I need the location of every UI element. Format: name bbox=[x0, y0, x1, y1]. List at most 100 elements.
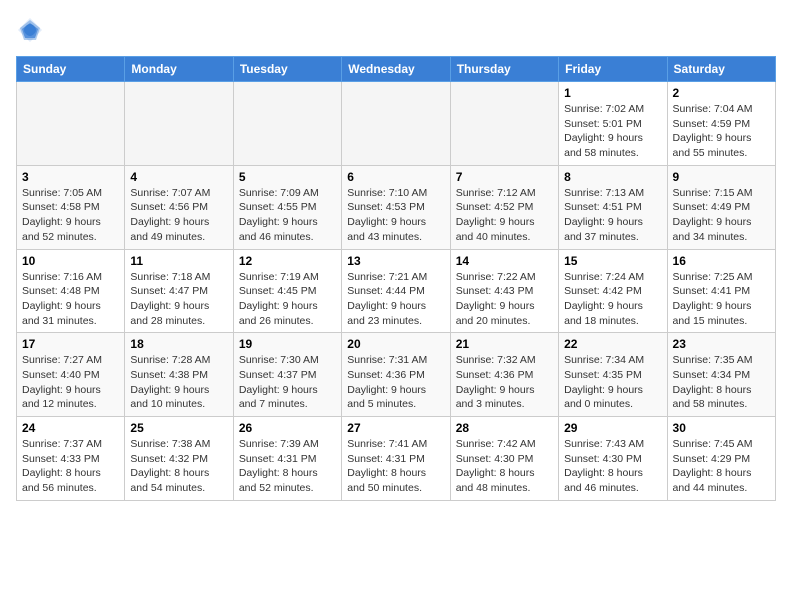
day-info: Sunrise: 7:45 AM Sunset: 4:29 PM Dayligh… bbox=[673, 437, 770, 496]
calendar-cell: 8Sunrise: 7:13 AM Sunset: 4:51 PM Daylig… bbox=[559, 165, 667, 249]
calendar-header-wednesday: Wednesday bbox=[342, 57, 450, 82]
day-info: Sunrise: 7:07 AM Sunset: 4:56 PM Dayligh… bbox=[130, 186, 227, 245]
day-number: 24 bbox=[22, 421, 119, 435]
day-number: 30 bbox=[673, 421, 770, 435]
day-number: 2 bbox=[673, 86, 770, 100]
calendar-cell: 30 Sunrise: 7:45 AM Sunset: 4:29 PM Dayli… bbox=[667, 417, 775, 501]
calendar-week-0: 1 Sunrise: 7:02 AM Sunset: 5:01 PM Daylig… bbox=[17, 82, 776, 166]
calendar-header-thursday: Thursday bbox=[450, 57, 558, 82]
day-info: Sunrise: 7:02 AM Sunset: 5:01 PM Dayligh… bbox=[564, 102, 661, 161]
day-info: Sunrise: 7:22 AM Sunset: 4:43 PM Dayligh… bbox=[456, 270, 553, 329]
calendar-cell: 15 Sunrise: 7:24 AM Sunset: 4:42 PM Dayli… bbox=[559, 249, 667, 333]
day-number: 12 bbox=[239, 254, 336, 268]
calendar-cell: 21Sunrise: 7:32 AM Sunset: 4:36 PM Dayli… bbox=[450, 333, 558, 417]
calendar-header-friday: Friday bbox=[559, 57, 667, 82]
day-info: Sunrise: 7:19 AM Sunset: 4:45 PM Dayligh… bbox=[239, 270, 336, 329]
day-number: 10 bbox=[22, 254, 119, 268]
calendar-cell: 20 Sunrise: 7:31 AM Sunset: 4:36 PM Dayli… bbox=[342, 333, 450, 417]
calendar-cell: 18Sunrise: 7:28 AM Sunset: 4:38 PM Dayli… bbox=[125, 333, 233, 417]
calendar-cell: 16 Sunrise: 7:25 AM Sunset: 4:41 PM Dayli… bbox=[667, 249, 775, 333]
calendar-cell: 12 Sunrise: 7:19 AM Sunset: 4:45 PM Dayli… bbox=[233, 249, 341, 333]
calendar-cell: 27 Sunrise: 7:41 AM Sunset: 4:31 PM Dayli… bbox=[342, 417, 450, 501]
day-info: Sunrise: 7:34 AM Sunset: 4:35 PM Dayligh… bbox=[564, 353, 661, 412]
day-number: 15 bbox=[564, 254, 661, 268]
day-number: 16 bbox=[673, 254, 770, 268]
day-number: 26 bbox=[239, 421, 336, 435]
calendar-week-3: 17 Sunrise: 7:27 AM Sunset: 4:40 PM Dayli… bbox=[17, 333, 776, 417]
day-number: 13 bbox=[347, 254, 444, 268]
calendar-week-2: 10 Sunrise: 7:16 AM Sunset: 4:48 PM Dayli… bbox=[17, 249, 776, 333]
calendar-cell: 7 Sunrise: 7:12 AM Sunset: 4:52 PM Daylig… bbox=[450, 165, 558, 249]
day-info: Sunrise: 7:04 AM Sunset: 4:59 PM Dayligh… bbox=[673, 102, 770, 161]
day-info: Sunrise: 7:41 AM Sunset: 4:31 PM Dayligh… bbox=[347, 437, 444, 496]
calendar-cell: 13 Sunrise: 7:21 AM Sunset: 4:44 PM Dayli… bbox=[342, 249, 450, 333]
day-number: 7 bbox=[456, 170, 553, 184]
day-number: 1 bbox=[564, 86, 661, 100]
day-number: 25 bbox=[130, 421, 227, 435]
calendar-cell: 9Sunrise: 7:15 AM Sunset: 4:49 PM Daylig… bbox=[667, 165, 775, 249]
day-number: 28 bbox=[456, 421, 553, 435]
day-info: Sunrise: 7:37 AM Sunset: 4:33 PM Dayligh… bbox=[22, 437, 119, 496]
calendar-header-row: SundayMondayTuesdayWednesdayThursdayFrid… bbox=[17, 57, 776, 82]
calendar-cell: 11 Sunrise: 7:18 AM Sunset: 4:47 PM Dayli… bbox=[125, 249, 233, 333]
calendar-header-monday: Monday bbox=[125, 57, 233, 82]
calendar-cell: 24 Sunrise: 7:37 AM Sunset: 4:33 PM Dayli… bbox=[17, 417, 125, 501]
day-number: 22 bbox=[564, 337, 661, 351]
day-info: Sunrise: 7:24 AM Sunset: 4:42 PM Dayligh… bbox=[564, 270, 661, 329]
calendar-cell: 28Sunrise: 7:42 AM Sunset: 4:30 PM Dayli… bbox=[450, 417, 558, 501]
day-info: Sunrise: 7:05 AM Sunset: 4:58 PM Dayligh… bbox=[22, 186, 119, 245]
day-number: 27 bbox=[347, 421, 444, 435]
day-info: Sunrise: 7:25 AM Sunset: 4:41 PM Dayligh… bbox=[673, 270, 770, 329]
calendar-cell: 22 Sunrise: 7:34 AM Sunset: 4:35 PM Dayli… bbox=[559, 333, 667, 417]
calendar-cell: 26 Sunrise: 7:39 AM Sunset: 4:31 PM Dayli… bbox=[233, 417, 341, 501]
day-info: Sunrise: 7:32 AM Sunset: 4:36 PM Dayligh… bbox=[456, 353, 553, 412]
calendar-header-sunday: Sunday bbox=[17, 57, 125, 82]
day-number: 14 bbox=[456, 254, 553, 268]
day-info: Sunrise: 7:13 AM Sunset: 4:51 PM Dayligh… bbox=[564, 186, 661, 245]
calendar-cell: 3 Sunrise: 7:05 AM Sunset: 4:58 PM Daylig… bbox=[17, 165, 125, 249]
calendar-week-1: 3 Sunrise: 7:05 AM Sunset: 4:58 PM Daylig… bbox=[17, 165, 776, 249]
calendar-cell: 23Sunrise: 7:35 AM Sunset: 4:34 PM Dayli… bbox=[667, 333, 775, 417]
calendar-cell bbox=[125, 82, 233, 166]
day-info: Sunrise: 7:12 AM Sunset: 4:52 PM Dayligh… bbox=[456, 186, 553, 245]
day-info: Sunrise: 7:18 AM Sunset: 4:47 PM Dayligh… bbox=[130, 270, 227, 329]
day-number: 3 bbox=[22, 170, 119, 184]
day-info: Sunrise: 7:21 AM Sunset: 4:44 PM Dayligh… bbox=[347, 270, 444, 329]
day-info: Sunrise: 7:09 AM Sunset: 4:55 PM Dayligh… bbox=[239, 186, 336, 245]
day-info: Sunrise: 7:10 AM Sunset: 4:53 PM Dayligh… bbox=[347, 186, 444, 245]
calendar-cell: 1 Sunrise: 7:02 AM Sunset: 5:01 PM Daylig… bbox=[559, 82, 667, 166]
day-number: 29 bbox=[564, 421, 661, 435]
calendar-cell: 14 Sunrise: 7:22 AM Sunset: 4:43 PM Dayli… bbox=[450, 249, 558, 333]
calendar-cell: 25Sunrise: 7:38 AM Sunset: 4:32 PM Dayli… bbox=[125, 417, 233, 501]
calendar-cell bbox=[450, 82, 558, 166]
calendar-cell: 17 Sunrise: 7:27 AM Sunset: 4:40 PM Dayli… bbox=[17, 333, 125, 417]
day-number: 9 bbox=[673, 170, 770, 184]
calendar-cell: 5 Sunrise: 7:09 AM Sunset: 4:55 PM Daylig… bbox=[233, 165, 341, 249]
day-info: Sunrise: 7:31 AM Sunset: 4:36 PM Dayligh… bbox=[347, 353, 444, 412]
header bbox=[16, 16, 776, 44]
day-info: Sunrise: 7:28 AM Sunset: 4:38 PM Dayligh… bbox=[130, 353, 227, 412]
calendar-header-saturday: Saturday bbox=[667, 57, 775, 82]
day-number: 6 bbox=[347, 170, 444, 184]
day-info: Sunrise: 7:27 AM Sunset: 4:40 PM Dayligh… bbox=[22, 353, 119, 412]
calendar-cell bbox=[233, 82, 341, 166]
day-info: Sunrise: 7:39 AM Sunset: 4:31 PM Dayligh… bbox=[239, 437, 336, 496]
calendar-cell: 6 Sunrise: 7:10 AM Sunset: 4:53 PM Daylig… bbox=[342, 165, 450, 249]
calendar-cell bbox=[17, 82, 125, 166]
day-number: 11 bbox=[130, 254, 227, 268]
logo-icon bbox=[16, 16, 44, 44]
day-info: Sunrise: 7:30 AM Sunset: 4:37 PM Dayligh… bbox=[239, 353, 336, 412]
calendar-cell: 4Sunrise: 7:07 AM Sunset: 4:56 PM Daylig… bbox=[125, 165, 233, 249]
calendar-header-tuesday: Tuesday bbox=[233, 57, 341, 82]
day-number: 5 bbox=[239, 170, 336, 184]
calendar-cell: 19 Sunrise: 7:30 AM Sunset: 4:37 PM Dayli… bbox=[233, 333, 341, 417]
day-number: 23 bbox=[673, 337, 770, 351]
day-number: 19 bbox=[239, 337, 336, 351]
day-number: 20 bbox=[347, 337, 444, 351]
day-number: 17 bbox=[22, 337, 119, 351]
calendar: SundayMondayTuesdayWednesdayThursdayFrid… bbox=[16, 56, 776, 501]
day-info: Sunrise: 7:43 AM Sunset: 4:30 PM Dayligh… bbox=[564, 437, 661, 496]
day-info: Sunrise: 7:16 AM Sunset: 4:48 PM Dayligh… bbox=[22, 270, 119, 329]
calendar-cell bbox=[342, 82, 450, 166]
calendar-week-4: 24 Sunrise: 7:37 AM Sunset: 4:33 PM Dayli… bbox=[17, 417, 776, 501]
